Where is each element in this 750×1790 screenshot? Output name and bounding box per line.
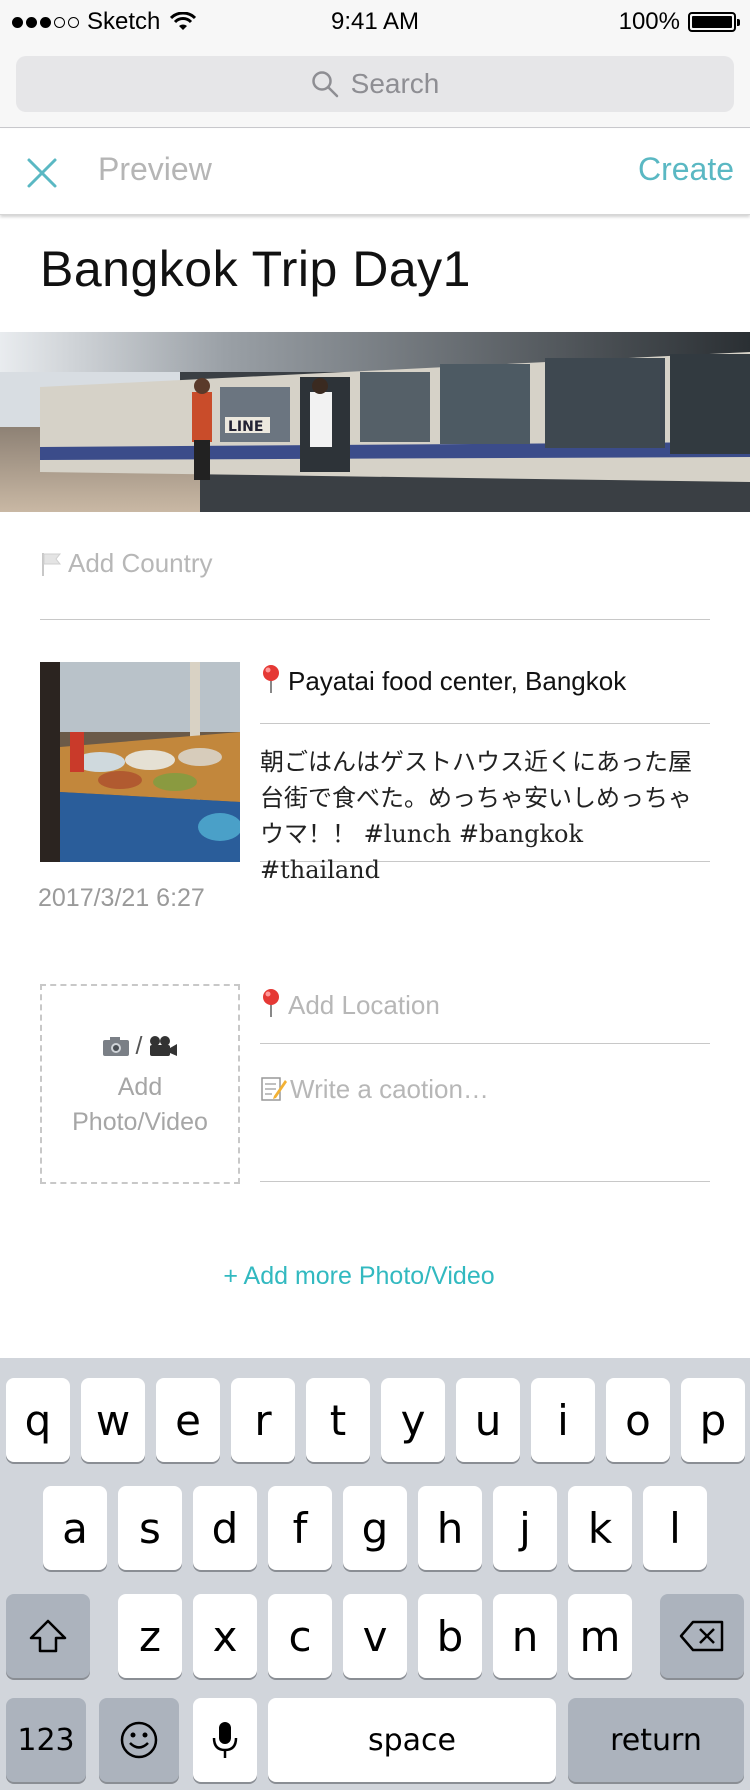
- svg-text:LINE: LINE: [228, 419, 263, 435]
- add-media-label-2: Photo/Video: [72, 1107, 208, 1136]
- key-h[interactable]: h: [418, 1486, 482, 1570]
- space-key[interactable]: space: [268, 1698, 556, 1782]
- search-input[interactable]: Search: [16, 56, 734, 112]
- emoji-icon: [120, 1721, 158, 1759]
- key-n[interactable]: n: [493, 1594, 557, 1678]
- emoji-key[interactable]: [99, 1698, 179, 1782]
- caption-line: 朝ごはんはゲストハウス近くにあった屋: [260, 748, 692, 776]
- key-q[interactable]: q: [6, 1378, 70, 1462]
- key-t[interactable]: t: [306, 1378, 370, 1462]
- add-location-placeholder: Add Location: [288, 990, 440, 1020]
- key-i[interactable]: i: [531, 1378, 595, 1462]
- key-s[interactable]: s: [118, 1486, 182, 1570]
- keyboard: q w e r t y u i o p a s d f g h j k l z …: [0, 1358, 750, 1790]
- key-p[interactable]: p: [681, 1378, 745, 1462]
- search-area: Search: [0, 40, 750, 128]
- search-placeholder: Search: [350, 68, 440, 99]
- add-photo-video-button[interactable]: / Add Photo/Video: [40, 984, 240, 1184]
- microphone-icon: [212, 1722, 238, 1758]
- numbers-key[interactable]: 123: [6, 1698, 86, 1782]
- status-bar: Sketch 9:41 AM 100%: [0, 0, 750, 40]
- pin-icon: [263, 989, 279, 1017]
- key-k[interactable]: k: [568, 1486, 632, 1570]
- key-d[interactable]: d: [193, 1486, 257, 1570]
- key-x[interactable]: x: [193, 1594, 257, 1678]
- entry-photo-thumbnail[interactable]: [40, 662, 240, 862]
- preview-button[interactable]: Preview: [98, 151, 212, 188]
- key-w[interactable]: w: [81, 1378, 145, 1462]
- battery-icon: [688, 12, 740, 32]
- caption-line: 台街で食べた。めっちゃ安いしめっちゃ: [260, 784, 692, 812]
- create-button[interactable]: Create: [638, 151, 734, 188]
- key-g[interactable]: g: [343, 1486, 407, 1570]
- entry-date: 2017/3/21 6:27: [38, 884, 205, 912]
- key-z[interactable]: z: [118, 1594, 182, 1678]
- pin-icon: [263, 665, 279, 693]
- memo-icon: [261, 1077, 287, 1101]
- entry-location-text: Payatai food center, Bangkok: [288, 666, 627, 696]
- media-separator: /: [135, 1031, 143, 1060]
- add-country-placeholder: Add Country: [68, 548, 213, 578]
- camera-icon: [102, 1037, 129, 1056]
- nav-bar: Preview Create: [0, 129, 750, 215]
- entry-location[interactable]: Payatai food center, Bangkok: [260, 664, 710, 724]
- delete-key[interactable]: [660, 1594, 744, 1678]
- add-media-label-1: Add: [117, 1072, 163, 1101]
- train-photo-image: LINE: [0, 332, 750, 512]
- shift-key[interactable]: [6, 1594, 90, 1678]
- backspace-icon: [679, 1620, 724, 1652]
- key-b[interactable]: b: [418, 1594, 482, 1678]
- key-v[interactable]: v: [343, 1594, 407, 1678]
- food-stall-image: [40, 662, 240, 862]
- add-country-field[interactable]: Add Country: [40, 548, 710, 620]
- caption-input[interactable]: Write a caotion…: [260, 1074, 710, 1182]
- cover-photo[interactable]: LINE: [0, 332, 750, 512]
- return-key[interactable]: return: [568, 1698, 744, 1782]
- key-y[interactable]: y: [381, 1378, 445, 1462]
- status-right: 100%: [618, 8, 740, 36]
- entry-caption[interactable]: 朝ごはんはゲストハウス近くにあった屋 台街で食べた。めっちゃ安いしめっちゃ ウマ…: [260, 744, 710, 884]
- media-icons: /: [102, 1029, 179, 1064]
- add-location-field[interactable]: Add Location: [260, 988, 710, 1044]
- key-a[interactable]: a: [43, 1486, 107, 1570]
- key-r[interactable]: r: [231, 1378, 295, 1462]
- key-f[interactable]: f: [268, 1486, 332, 1570]
- trip-title[interactable]: Bangkok Trip Day1: [40, 240, 471, 298]
- flag-icon: [42, 553, 62, 576]
- movie-camera-icon: [150, 1036, 178, 1056]
- key-j[interactable]: j: [493, 1486, 557, 1570]
- key-m[interactable]: m: [568, 1594, 632, 1678]
- search-icon: [311, 71, 338, 98]
- battery-percent: 100%: [618, 8, 680, 35]
- key-o[interactable]: o: [606, 1378, 670, 1462]
- caption-line: ウマ！！ #lunch #bangkok #thailand: [260, 820, 583, 884]
- shift-icon: [29, 1619, 67, 1653]
- key-l[interactable]: l: [643, 1486, 707, 1570]
- caption-placeholder: Write a caotion…: [290, 1074, 489, 1104]
- add-more-photo-video-button[interactable]: + Add more Photo/Video: [0, 1262, 718, 1291]
- key-c[interactable]: c: [268, 1594, 332, 1678]
- key-e[interactable]: e: [156, 1378, 220, 1462]
- dictation-key[interactable]: [193, 1698, 257, 1782]
- close-icon[interactable]: [26, 157, 58, 189]
- key-u[interactable]: u: [456, 1378, 520, 1462]
